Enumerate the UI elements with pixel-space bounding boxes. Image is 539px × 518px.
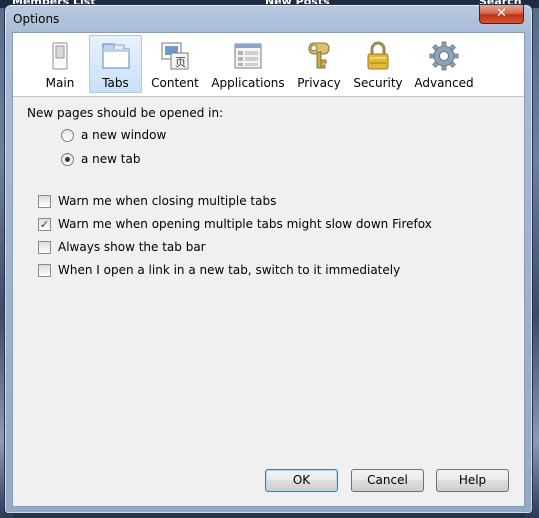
- window-title: Options: [13, 12, 60, 26]
- pane-label: Advanced: [414, 76, 474, 90]
- checkbox-show-tab-bar[interactable]: Always show the tab bar: [38, 240, 206, 254]
- ok-button[interactable]: OK: [265, 469, 338, 492]
- pane-toolbar: Main Tabs 页 Content Applications Privacy…: [13, 33, 524, 97]
- gear-icon: [428, 40, 460, 72]
- content-icon: 页: [159, 40, 191, 72]
- check-mark-icon: ✓: [39, 217, 50, 231]
- checkbox[interactable]: [38, 194, 51, 208]
- tabs-icon: [100, 40, 132, 72]
- help-button[interactable]: Help: [436, 469, 509, 492]
- pane-label: Applications: [211, 76, 285, 90]
- radio-button[interactable]: [61, 152, 74, 166]
- checkbox-warn-opening[interactable]: ✓ Warn me when opening multiple tabs mig…: [38, 217, 432, 231]
- close-button[interactable]: ✕: [479, 5, 524, 24]
- radio-new-window[interactable]: a new window: [61, 128, 166, 142]
- checkbox-label: Always show the tab bar: [58, 240, 206, 254]
- switch-icon: [44, 40, 76, 72]
- pane-label: Main: [45, 76, 75, 90]
- pane-content[interactable]: 页 Content: [146, 35, 204, 93]
- checkbox[interactable]: [38, 263, 51, 277]
- radio-label: a new window: [81, 128, 167, 142]
- pane-label: Privacy: [297, 76, 341, 90]
- radio-button[interactable]: [61, 128, 74, 142]
- radio-new-tab[interactable]: a new tab: [61, 152, 140, 166]
- title-bar[interactable]: Options ✕: [5, 5, 532, 31]
- pane-security[interactable]: Security: [351, 35, 405, 93]
- pane-privacy[interactable]: Privacy: [292, 35, 346, 93]
- svg-text:页: 页: [175, 56, 186, 69]
- checkbox-warn-closing[interactable]: Warn me when closing multiple tabs: [38, 194, 276, 208]
- checkbox-switch-to-tab[interactable]: When I open a link in a new tab, switch …: [38, 263, 400, 277]
- checkbox[interactable]: ✓: [38, 217, 51, 231]
- checkbox-label: When I open a link in a new tab, switch …: [58, 263, 401, 277]
- open-in-label: New pages should be opened in:: [27, 106, 224, 120]
- options-dialog: Options ✕ Main Tabs 页 Content Applicatio…: [4, 4, 533, 514]
- pane-label: Content: [151, 76, 199, 90]
- pane-label: Tabs: [102, 76, 129, 90]
- privacy-key-icon: [303, 40, 335, 72]
- pane-advanced[interactable]: Advanced: [410, 35, 478, 93]
- checkbox-label: Warn me when opening multiple tabs might…: [58, 217, 432, 231]
- applications-icon: [232, 40, 264, 72]
- pane-main[interactable]: Main: [35, 35, 85, 93]
- pane-applications[interactable]: Applications: [210, 35, 286, 93]
- pane-label: Security: [353, 76, 403, 90]
- pane-tabs[interactable]: Tabs: [89, 35, 142, 93]
- cancel-button[interactable]: Cancel: [351, 469, 424, 492]
- checkbox[interactable]: [38, 240, 51, 254]
- checkbox-label: Warn me when closing multiple tabs: [58, 194, 277, 208]
- dialog-client-area: Main Tabs 页 Content Applications Privacy…: [12, 32, 525, 507]
- tabs-panel: New pages should be opened in: a new win…: [13, 97, 524, 506]
- close-icon: ✕: [496, 6, 507, 21]
- padlock-icon: [362, 40, 394, 72]
- radio-label: a new tab: [81, 152, 141, 166]
